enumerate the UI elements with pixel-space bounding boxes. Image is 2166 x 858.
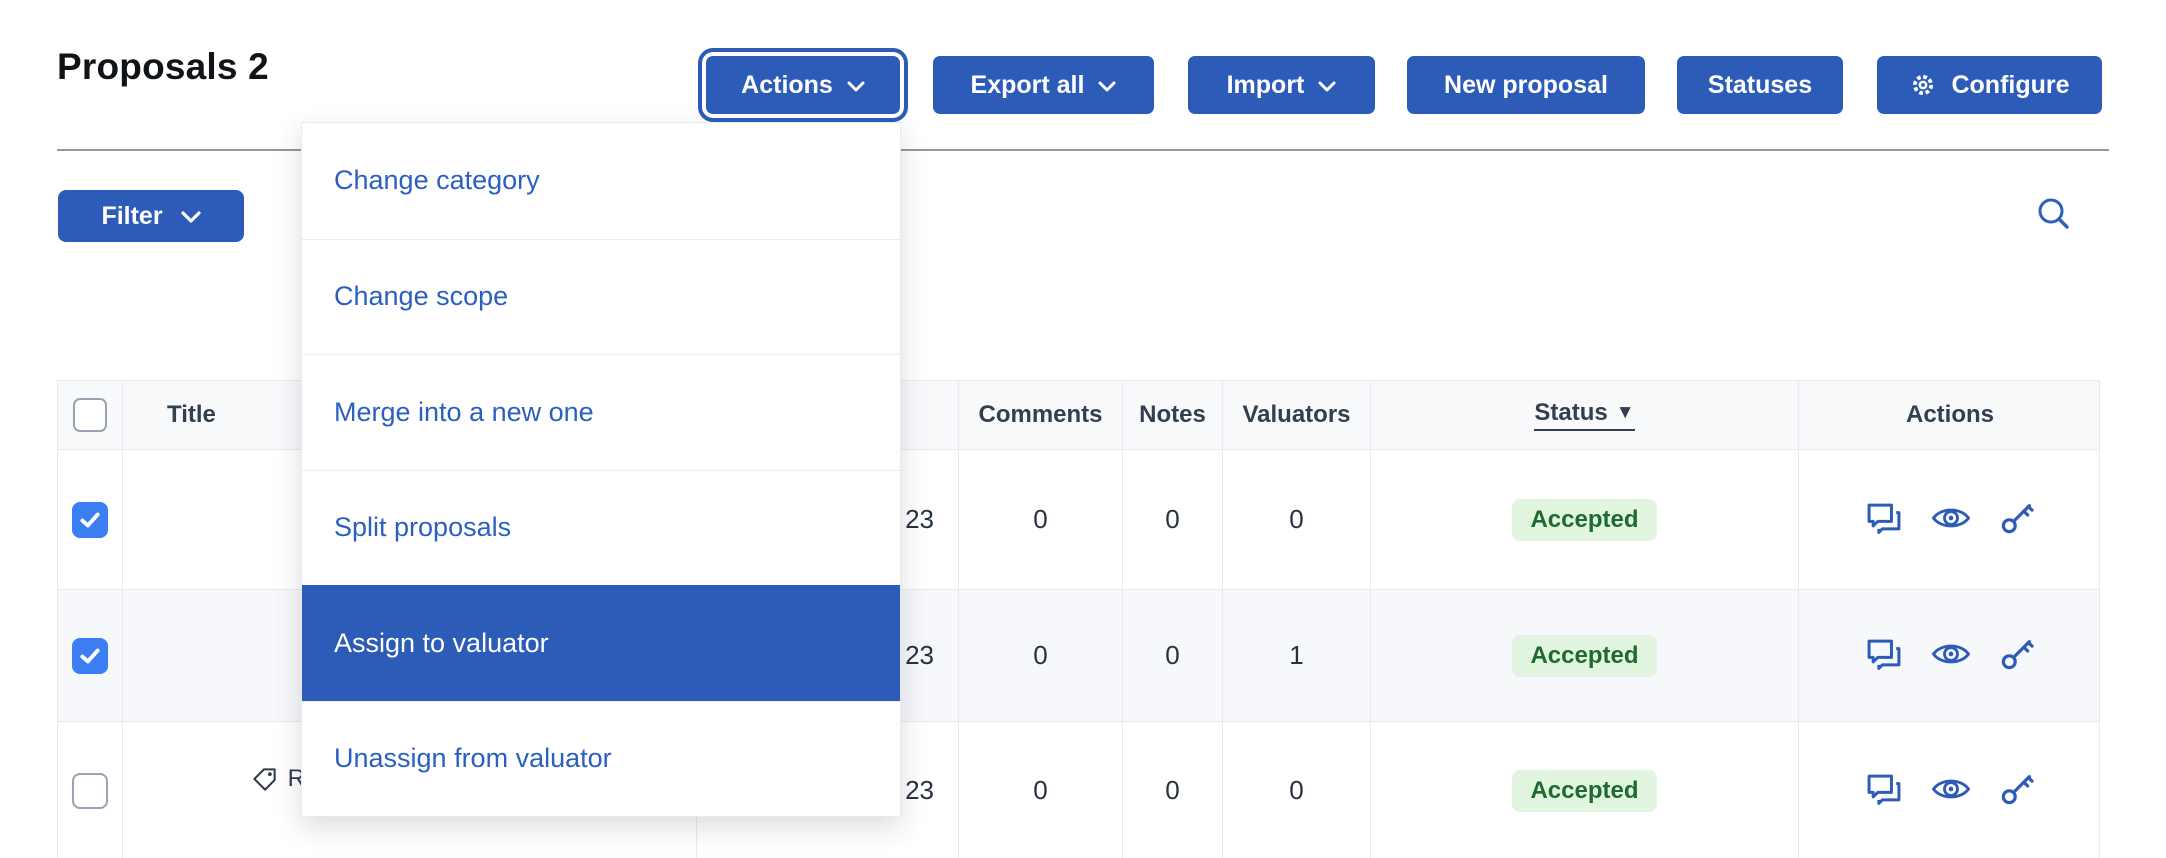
chat-icon xyxy=(1865,499,1903,540)
menu-item-split-proposals[interactable]: Split proposals xyxy=(302,470,900,586)
header-comments[interactable]: Comments xyxy=(958,381,1122,449)
actions-button[interactable]: Actions xyxy=(706,56,900,114)
select-all-checkbox[interactable] xyxy=(73,398,107,432)
import-button[interactable]: Import xyxy=(1188,56,1375,114)
menu-item-merge-into-new-one[interactable]: Merge into a new one xyxy=(302,354,900,470)
search-icon xyxy=(2032,225,2076,240)
status-cell: Accepted xyxy=(1370,722,1798,858)
key-icon xyxy=(1999,636,2035,675)
status-badge: Accepted xyxy=(1512,635,1656,677)
answer-proposal-button[interactable] xyxy=(1865,499,1903,540)
row-select-cell xyxy=(58,590,122,721)
new-proposal-button[interactable]: New proposal xyxy=(1407,56,1645,114)
status-sort-control[interactable]: Status ▼ xyxy=(1534,399,1634,431)
configure-label: Configure xyxy=(1951,71,2069,100)
row-actions-cell xyxy=(1798,590,2101,721)
header-valuators[interactable]: Valuators xyxy=(1222,381,1370,449)
filter-label: Filter xyxy=(101,202,162,231)
key-icon xyxy=(1999,500,2035,539)
key-icon xyxy=(1999,771,2035,810)
header-status: Status ▼ xyxy=(1370,381,1798,449)
row-checkbox[interactable] xyxy=(72,502,108,538)
row-checkbox[interactable] xyxy=(72,773,108,809)
row-checkbox[interactable] xyxy=(72,638,108,674)
eye-icon xyxy=(1931,774,1971,807)
chevron-down-icon xyxy=(181,211,201,224)
eye-icon xyxy=(1931,503,1971,536)
new-proposal-label: New proposal xyxy=(1444,71,1608,100)
page-title: Proposals 2 xyxy=(57,46,269,88)
status-cell: Accepted xyxy=(1370,450,1798,589)
menu-item-change-category[interactable]: Change category xyxy=(302,123,900,239)
status-badge: Accepted xyxy=(1512,770,1656,812)
permissions-key-button[interactable] xyxy=(1999,771,2035,810)
chat-icon xyxy=(1865,770,1903,811)
header-notes[interactable]: Notes xyxy=(1122,381,1222,449)
sort-desc-icon: ▼ xyxy=(1616,402,1635,424)
comments-count: 0 xyxy=(958,590,1122,721)
header-actions: Actions xyxy=(1798,381,2101,449)
status-cell: Accepted xyxy=(1370,590,1798,721)
export-all-button[interactable]: Export all xyxy=(933,56,1154,114)
eye-icon xyxy=(1931,639,1971,672)
row-select-cell xyxy=(58,722,122,858)
proposals-admin-page: Proposals 2 Actions Export all Import Ne… xyxy=(0,0,2166,858)
header-select-all-cell xyxy=(58,381,122,449)
search-button[interactable] xyxy=(2030,192,2078,240)
gear-icon xyxy=(1909,71,1937,99)
valuators-count: 1 xyxy=(1222,590,1370,721)
answer-proposal-button[interactable] xyxy=(1865,770,1903,811)
comments-count: 0 xyxy=(958,722,1122,858)
row-select-cell xyxy=(58,450,122,589)
answer-proposal-button[interactable] xyxy=(1865,635,1903,676)
filter-button[interactable]: Filter xyxy=(58,190,244,242)
chat-icon xyxy=(1865,635,1903,676)
chevron-down-icon xyxy=(1098,81,1116,93)
import-label: Import xyxy=(1227,71,1305,100)
menu-item-unassign-from-valuator[interactable]: Unassign from valuator xyxy=(302,701,900,817)
configure-button[interactable]: Configure xyxy=(1877,56,2102,114)
chevron-down-icon xyxy=(847,81,865,93)
actions-button-label: Actions xyxy=(741,71,833,100)
preview-proposal-button[interactable] xyxy=(1931,639,1971,672)
tag-icon xyxy=(251,766,278,793)
header-status-label: Status xyxy=(1534,399,1607,427)
notes-count: 0 xyxy=(1122,450,1222,589)
permissions-key-button[interactable] xyxy=(1999,636,2035,675)
preview-proposal-button[interactable] xyxy=(1931,774,1971,807)
preview-proposal-button[interactable] xyxy=(1931,503,1971,536)
valuators-count: 0 xyxy=(1222,722,1370,858)
menu-item-change-scope[interactable]: Change scope xyxy=(302,239,900,355)
comments-count: 0 xyxy=(958,450,1122,589)
notes-count: 0 xyxy=(1122,590,1222,721)
menu-item-assign-to-valuator[interactable]: Assign to valuator xyxy=(302,585,900,701)
permissions-key-button[interactable] xyxy=(1999,500,2035,539)
statuses-button[interactable]: Statuses xyxy=(1677,56,1843,114)
row-actions-cell xyxy=(1798,722,2101,858)
notes-count: 0 xyxy=(1122,722,1222,858)
statuses-label: Statuses xyxy=(1708,71,1812,100)
row-actions-cell xyxy=(1798,450,2101,589)
export-all-label: Export all xyxy=(971,71,1085,100)
valuators-count: 0 xyxy=(1222,450,1370,589)
actions-dropdown-menu: Change category Change scope Merge into … xyxy=(301,122,901,817)
chevron-down-icon xyxy=(1318,81,1336,93)
status-badge: Accepted xyxy=(1512,499,1656,541)
